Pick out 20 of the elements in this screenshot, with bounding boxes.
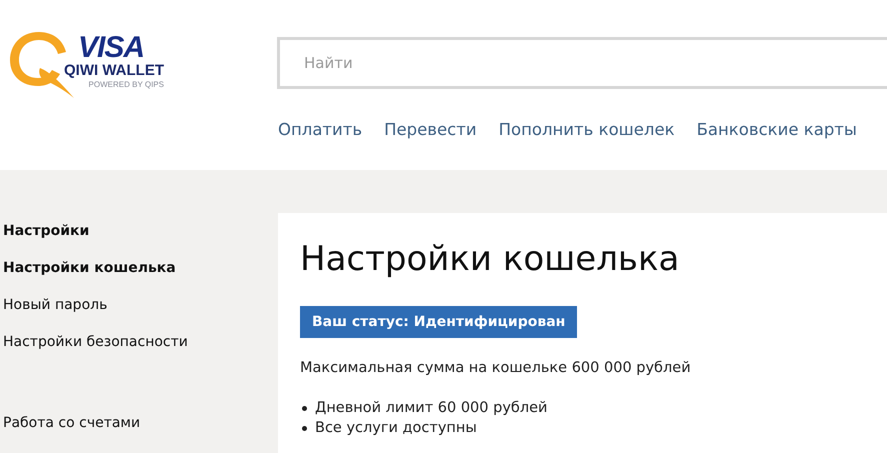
- nav-link[interactable]: Банковские карты: [696, 120, 857, 139]
- sidebar-item[interactable]: Настройки безопасности: [3, 334, 188, 351]
- nav-link[interactable]: Перевести: [384, 120, 477, 139]
- list-item: Все услуги доступны: [315, 420, 477, 436]
- page-title: Настройки кошелька: [300, 239, 680, 279]
- sidebar-item[interactable]: Настройки кошелька: [3, 260, 176, 277]
- bullet-icon: [302, 426, 307, 430]
- list-item: Дневной лимит 60 000 рублей: [315, 400, 548, 416]
- status-label: Ваш статус: Идентифицирован: [300, 306, 578, 338]
- nav-link[interactable]: Оплатить: [278, 120, 362, 139]
- bullet-icon: [302, 406, 307, 410]
- section-heading: Настройки: [3, 223, 90, 240]
- logo-tagline: POWERED BY QIPS: [88, 80, 164, 90]
- logo-brand: VISA: [78, 34, 144, 62]
- sidebar-item[interactable]: Работа со счетами: [3, 415, 140, 432]
- nav-link[interactable]: Пополнить кошелек: [498, 120, 675, 139]
- search-field[interactable]: Найти: [277, 37, 887, 89]
- sidebar-item[interactable]: Новый пароль: [3, 297, 108, 314]
- limit-text: Максимальная сумма на кошельке 600 000 рублей: [300, 360, 691, 376]
- logo-product: QIWI WALLET: [64, 62, 164, 80]
